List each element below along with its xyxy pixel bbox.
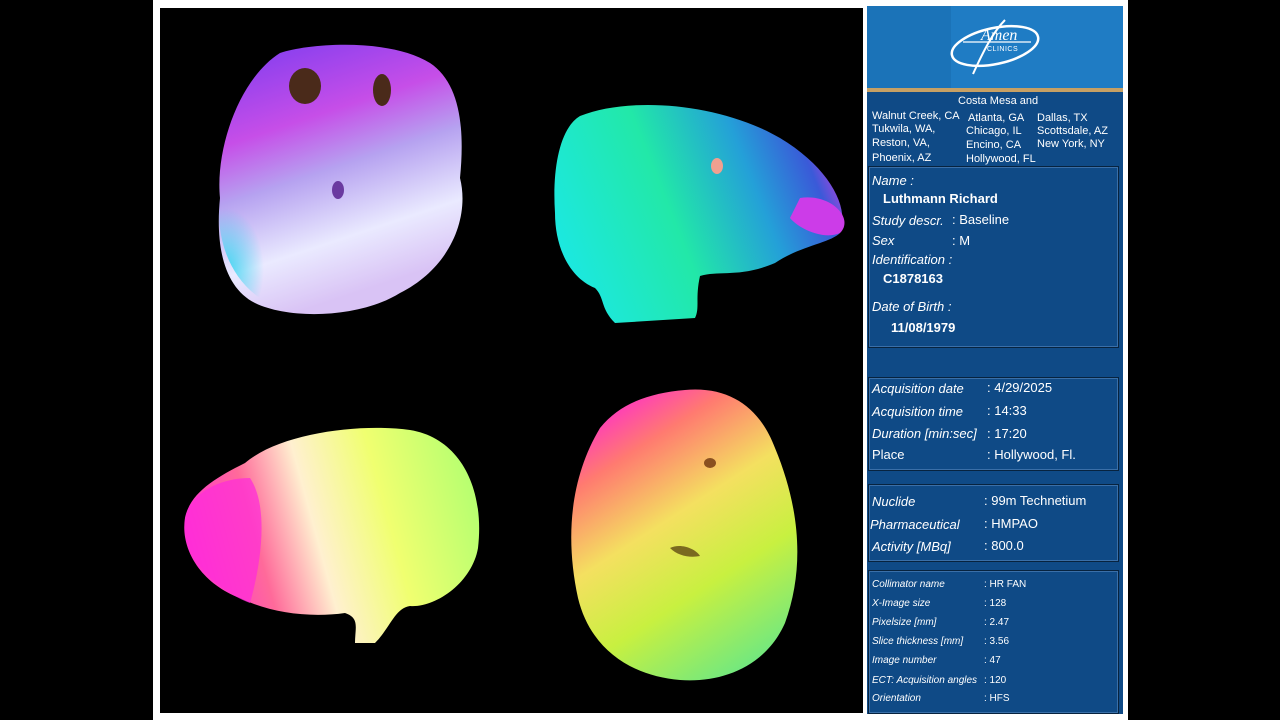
image-number-value: : 47 xyxy=(984,655,1001,666)
logo-sub-text: CLINICS xyxy=(987,46,1019,53)
identification-value: C1878163 xyxy=(883,271,943,286)
place-value: : Hollywood, Fl. xyxy=(987,447,1076,462)
location-item: Phoenix, AZ xyxy=(872,152,932,164)
acq-time-label: Acquisition time xyxy=(872,404,964,419)
brain-view-lateral-left xyxy=(554,104,845,323)
brain-view-superior xyxy=(571,389,798,681)
patient-box: Name : Luthmann Richard Study descr. : B… xyxy=(868,166,1119,348)
accent-strip xyxy=(867,88,1123,92)
study-label: Study descr. xyxy=(872,213,944,228)
logo-banner: Amen CLINICS xyxy=(867,6,1123,88)
place-label: Place xyxy=(872,447,905,462)
brain-view-inferior xyxy=(218,44,463,315)
study-value: : Baseline xyxy=(952,212,1010,227)
location-item: Scottsdale, AZ xyxy=(1037,125,1108,137)
slice-thickness-label: Slice thickness [mm] xyxy=(872,636,964,647)
activity-label: Activity [MBq] xyxy=(872,539,951,554)
identification-label: Identification : xyxy=(872,252,953,267)
dob-value: 11/08/1979 xyxy=(891,320,956,335)
brain-scan-viewer xyxy=(160,8,863,713)
location-item: Encino, CA xyxy=(966,139,1022,151)
orientation-label: Orientation xyxy=(872,693,921,704)
logo-banner-left xyxy=(867,6,951,88)
acq-angles-value: : 120 xyxy=(984,675,1007,686)
location-item: Hollywood, FL xyxy=(966,153,1036,165)
ximage-label: X-Image size xyxy=(872,598,931,609)
slice-thickness-value: : 3.56 xyxy=(984,636,1010,647)
patient-name: Luthmann Richard xyxy=(883,191,998,206)
acquisition-box: Acquisition date : 4/29/2025 Acquisition… xyxy=(868,377,1119,471)
location-item: Tukwila, WA, xyxy=(872,123,936,135)
location-item: Dallas, TX xyxy=(1037,112,1088,124)
name-label: Name : xyxy=(872,173,914,188)
pixelsize-label: Pixelsize [mm] xyxy=(872,617,937,628)
sex-label: Sex xyxy=(872,233,895,248)
brain-renderings xyxy=(184,44,845,681)
sex-value: : M xyxy=(952,233,971,248)
patient-info-panel: Amen CLINICS Costa Mesa and Walnut Creek… xyxy=(867,6,1123,714)
collimator-label: Collimator name xyxy=(872,579,945,590)
location-item: Walnut Creek, CA xyxy=(872,110,960,122)
duration-label: Duration [min:sec] xyxy=(872,426,977,441)
pharmaceutical-value: : HMPAO xyxy=(984,516,1038,531)
dob-label: Date of Birth : xyxy=(872,299,952,314)
collimator-value: : HR FAN xyxy=(984,579,1027,590)
nuclide-box: Nuclide : 99m Technetium Pharmaceutical … xyxy=(868,484,1119,562)
location-item: New York, NY xyxy=(1037,138,1105,150)
technical-box: Collimator name : HR FAN X-Image size : … xyxy=(868,570,1119,714)
location-item: Atlanta, GA xyxy=(968,112,1025,124)
pharmaceutical-label: Pharmaceutical xyxy=(870,517,960,532)
acq-angles-label: ECT: Acquisition angles xyxy=(872,675,978,686)
ximage-value: : 128 xyxy=(984,598,1007,609)
location-item: Chicago, IL xyxy=(966,125,1022,137)
nuclide-label: Nuclide xyxy=(872,494,916,509)
logo-brand-text: Amen xyxy=(980,27,1017,44)
orientation-value: : HFS xyxy=(984,693,1010,704)
pixelsize-value: : 2.47 xyxy=(984,617,1010,628)
acq-date-label: Acquisition date xyxy=(872,381,964,396)
acq-time-value: : 14:33 xyxy=(987,403,1027,418)
acq-date-value: : 4/29/2025 xyxy=(987,380,1053,395)
location-item: Reston, VA, xyxy=(872,137,930,149)
duration-value: : 17:20 xyxy=(987,426,1027,441)
brain-view-lateral-right xyxy=(184,427,480,643)
image-number-label: Image number xyxy=(872,655,937,666)
locations-header: Costa Mesa and xyxy=(958,95,1039,107)
activity-value: : 800.0 xyxy=(984,538,1024,553)
nuclide-value: : 99m Technetium xyxy=(984,493,1087,508)
